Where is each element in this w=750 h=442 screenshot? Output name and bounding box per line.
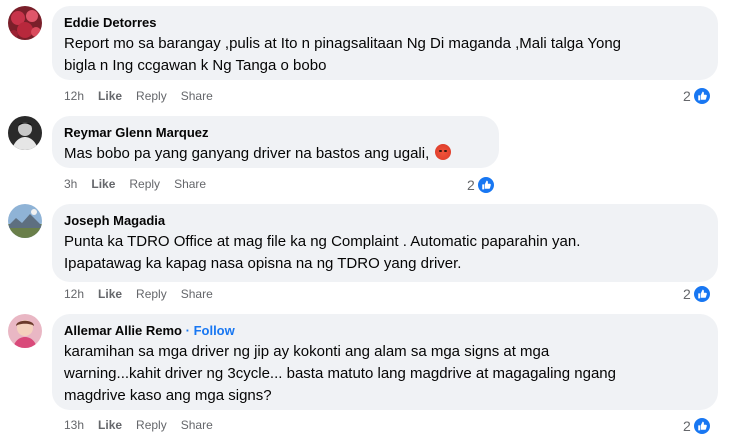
comment-text: Report mo sa barangay ,pulis at Ito n pi… <box>64 35 622 74</box>
comment-actions: 3h Like Reply Share <box>64 176 206 192</box>
thumbs-up-icon <box>692 87 711 105</box>
reaction-count[interactable]: 2 <box>683 86 711 106</box>
avatar[interactable] <box>8 6 42 40</box>
share-button[interactable]: Share <box>174 177 206 191</box>
reaction-count-text: 2 <box>683 286 691 302</box>
author-name[interactable]: Reymar Glenn Marquez <box>64 125 209 140</box>
comment-timestamp[interactable]: 12h <box>64 287 84 301</box>
author-name[interactable]: Allemar Allie Remo <box>64 323 182 338</box>
comment-bubble: Eddie Detorres Report mo sa barangay ,pu… <box>52 6 718 80</box>
avatar[interactable] <box>8 204 42 238</box>
reaction-count-text: 2 <box>683 418 691 434</box>
comment-text: Punta ka TDRO Office at mag file ka ng C… <box>64 233 581 272</box>
comment-text: karamihan sa mga driver ng jip ay kokont… <box>64 343 616 404</box>
comment-bubble: Joseph Magadia Punta ka TDRO Office at m… <box>52 204 718 282</box>
reaction-count[interactable]: 2 <box>683 284 711 304</box>
reaction-count-text: 2 <box>683 88 691 104</box>
share-button[interactable]: Share <box>181 287 213 301</box>
comment-bubble: Reymar Glenn Marquez Mas bobo pa yang ga… <box>52 116 499 168</box>
comment-actions: 13h Like Reply Share <box>64 417 213 433</box>
reply-button[interactable]: Reply <box>136 287 167 301</box>
avatar-red-flowers-icon <box>8 6 42 40</box>
avatar-landscape-icon <box>8 204 42 238</box>
comment-timestamp[interactable]: 12h <box>64 89 84 103</box>
comment-timestamp[interactable]: 13h <box>64 418 84 432</box>
avatar[interactable] <box>8 116 42 150</box>
share-button[interactable]: Share <box>181 89 213 103</box>
reply-button[interactable]: Reply <box>129 177 160 191</box>
angry-face-emoji-icon <box>435 144 452 160</box>
avatar-pink-portrait-icon <box>8 314 42 348</box>
comment-timestamp[interactable]: 3h <box>64 177 77 191</box>
reaction-count[interactable]: 2 <box>683 416 711 436</box>
comment-actions: 12h Like Reply Share <box>64 88 213 104</box>
comment-text: Mas bobo pa yang ganyang driver na basto… <box>64 143 487 165</box>
reaction-count-text: 2 <box>467 177 475 193</box>
comment-author[interactable]: Reymar Glenn Marquez <box>64 124 487 141</box>
like-button[interactable]: Like <box>98 89 122 103</box>
share-button[interactable]: Share <box>181 418 213 432</box>
avatar[interactable] <box>8 314 42 348</box>
thumbs-up-icon <box>692 285 711 303</box>
reply-button[interactable]: Reply <box>136 418 167 432</box>
avatar-dark-portrait-icon <box>8 116 42 150</box>
thumbs-up-icon <box>692 417 711 435</box>
comment-bubble: Allemar Allie Remo · Follow karamihan sa… <box>52 314 718 410</box>
author-name[interactable]: Eddie Detorres <box>64 15 156 30</box>
follow-button[interactable]: · Follow <box>186 323 235 338</box>
like-button[interactable]: Like <box>91 177 115 191</box>
comment-author[interactable]: Joseph Magadia <box>64 212 706 229</box>
comment-author[interactable]: Eddie Detorres <box>64 14 706 31</box>
comment-text-content: Mas bobo pa yang ganyang driver na basto… <box>64 145 430 162</box>
comment-actions: 12h Like Reply Share <box>64 286 213 302</box>
reply-button[interactable]: Reply <box>136 89 167 103</box>
like-button[interactable]: Like <box>98 287 122 301</box>
comment-author: Allemar Allie Remo · Follow <box>64 322 706 339</box>
reaction-count[interactable]: 2 <box>467 175 495 195</box>
author-name[interactable]: Joseph Magadia <box>64 213 165 228</box>
like-button[interactable]: Like <box>98 418 122 432</box>
thumbs-up-icon <box>476 176 495 194</box>
